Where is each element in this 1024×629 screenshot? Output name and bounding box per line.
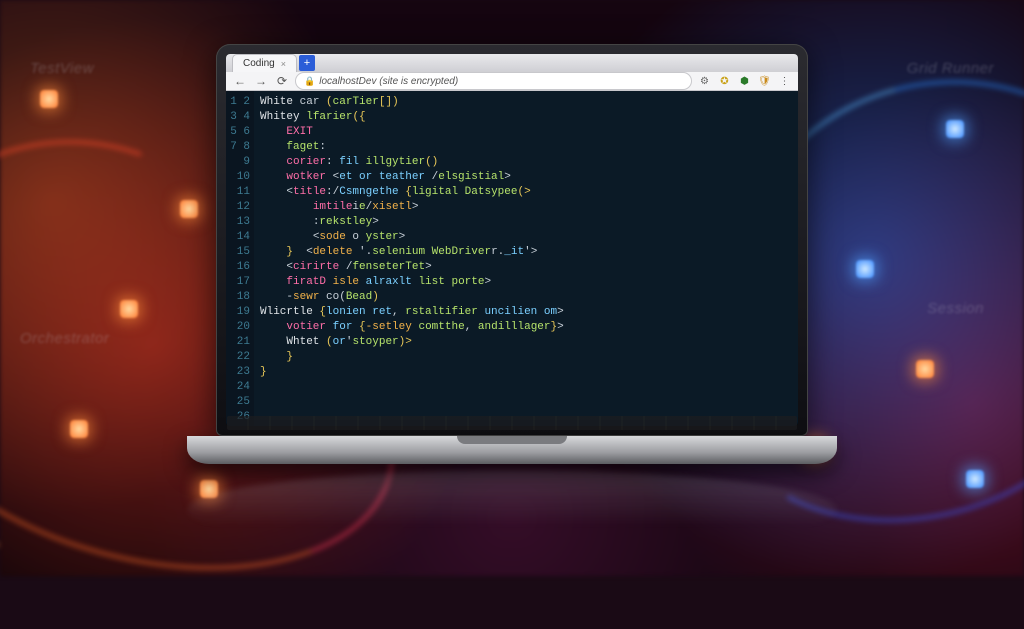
code-line: -sewr co(Bead) xyxy=(260,290,792,305)
line-gutter: 1 2 3 4 5 6 7 8 9 10 11 12 13 14 15 16 1… xyxy=(226,91,254,426)
code-line: <sode o yster> xyxy=(260,230,792,245)
code-line: <cirirte /fenseterTet> xyxy=(260,260,792,275)
code-line: } <delete '.selenium WebDriverr._it'> xyxy=(260,245,792,260)
code-line: Whtet (or'stoyper)> xyxy=(260,335,792,350)
bg-node xyxy=(946,120,964,138)
code-line: corier: fil illgytier() xyxy=(260,155,792,170)
code-line: White car (carTier[]) xyxy=(260,95,792,110)
laptop-base xyxy=(187,436,837,464)
lock-icon: 🔒 xyxy=(304,76,315,87)
bg-node xyxy=(180,200,198,218)
code-line: Wlicrtle {lonien ret, rstaltifier uncili… xyxy=(260,305,792,320)
ext-icon-shield[interactable]: 🛡 xyxy=(757,74,772,89)
reload-button[interactable]: ⟳ xyxy=(274,73,290,89)
gear-icon: ⚙ xyxy=(700,76,709,87)
tab-title: Coding xyxy=(243,58,275,69)
screen-bezel: Coding × + ← → ⟳ 🔒 localhostDev (site is… xyxy=(216,44,808,436)
code-line: firatD isle alraxlt list porte> xyxy=(260,275,792,290)
code-line: votier for {-setley comtthe, andilllager… xyxy=(260,320,792,335)
tab-close-icon[interactable]: × xyxy=(281,59,286,69)
bg-node xyxy=(70,420,88,438)
code-editor[interactable]: 1 2 3 4 5 6 7 8 9 10 11 12 13 14 15 16 1… xyxy=(226,91,798,426)
url-text: localhostDev (site is encrypted) xyxy=(319,76,458,87)
forward-button[interactable]: → xyxy=(253,73,269,89)
bg-node xyxy=(856,260,874,278)
address-bar[interactable]: 🔒 localhostDev (site is encrypted) xyxy=(295,72,692,90)
ext-icon-hex[interactable]: ⬢ xyxy=(737,74,752,89)
code-line: } xyxy=(260,365,792,380)
code-content[interactable]: White car (carTier[])Whitey lfarier({ EX… xyxy=(254,91,798,426)
reload-icon: ⟳ xyxy=(277,74,287,88)
code-line: <title:/Csmngethe {ligital Datsypee(> xyxy=(260,185,792,200)
ext-icon-star[interactable]: ✪ xyxy=(717,74,732,89)
bg-node xyxy=(40,90,58,108)
code-line: faget: xyxy=(260,140,792,155)
plus-icon: + xyxy=(304,57,310,69)
code-line: imtileie/xisetl> xyxy=(260,200,792,215)
bg-node xyxy=(966,470,984,488)
browser-tabbar: Coding × + xyxy=(226,54,798,72)
back-button[interactable]: ← xyxy=(232,73,248,89)
new-tab-button[interactable]: + xyxy=(299,55,315,71)
browser-tab-active[interactable]: Coding × xyxy=(232,54,297,72)
hex-icon: ⬢ xyxy=(740,76,749,87)
code-line: :rekstley> xyxy=(260,215,792,230)
bg-label: Grid Runner xyxy=(907,60,994,77)
browser-toolbar: ← → ⟳ 🔒 localhostDev (site is encrypted)… xyxy=(226,72,798,91)
code-line: Whitey lfarier({ xyxy=(260,110,792,125)
bg-label: TestView xyxy=(30,60,94,77)
back-icon: ← xyxy=(234,74,246,88)
code-line: } xyxy=(260,350,792,365)
star-icon: ✪ xyxy=(720,76,728,87)
laptop: Coding × + ← → ⟳ 🔒 localhostDev (site is… xyxy=(216,44,808,464)
table-reflection xyxy=(187,470,837,550)
keyboard xyxy=(227,416,797,430)
screen: Coding × + ← → ⟳ 🔒 localhostDev (site is… xyxy=(226,54,798,426)
forward-icon: → xyxy=(255,74,267,88)
ext-icon-menu[interactable]: ⋮ xyxy=(777,74,792,89)
bg-label: Session xyxy=(927,300,984,317)
bg-node xyxy=(916,360,934,378)
code-line: wotker <et or teather /elsgistial> xyxy=(260,170,792,185)
shield-icon: 🛡 xyxy=(758,76,771,87)
kebab-icon: ⋮ xyxy=(780,76,790,87)
code-line: EXIT xyxy=(260,125,792,140)
ext-icon-settings[interactable]: ⚙ xyxy=(697,74,712,89)
bg-label: Orchestrator xyxy=(20,330,109,347)
bg-node xyxy=(120,300,138,318)
